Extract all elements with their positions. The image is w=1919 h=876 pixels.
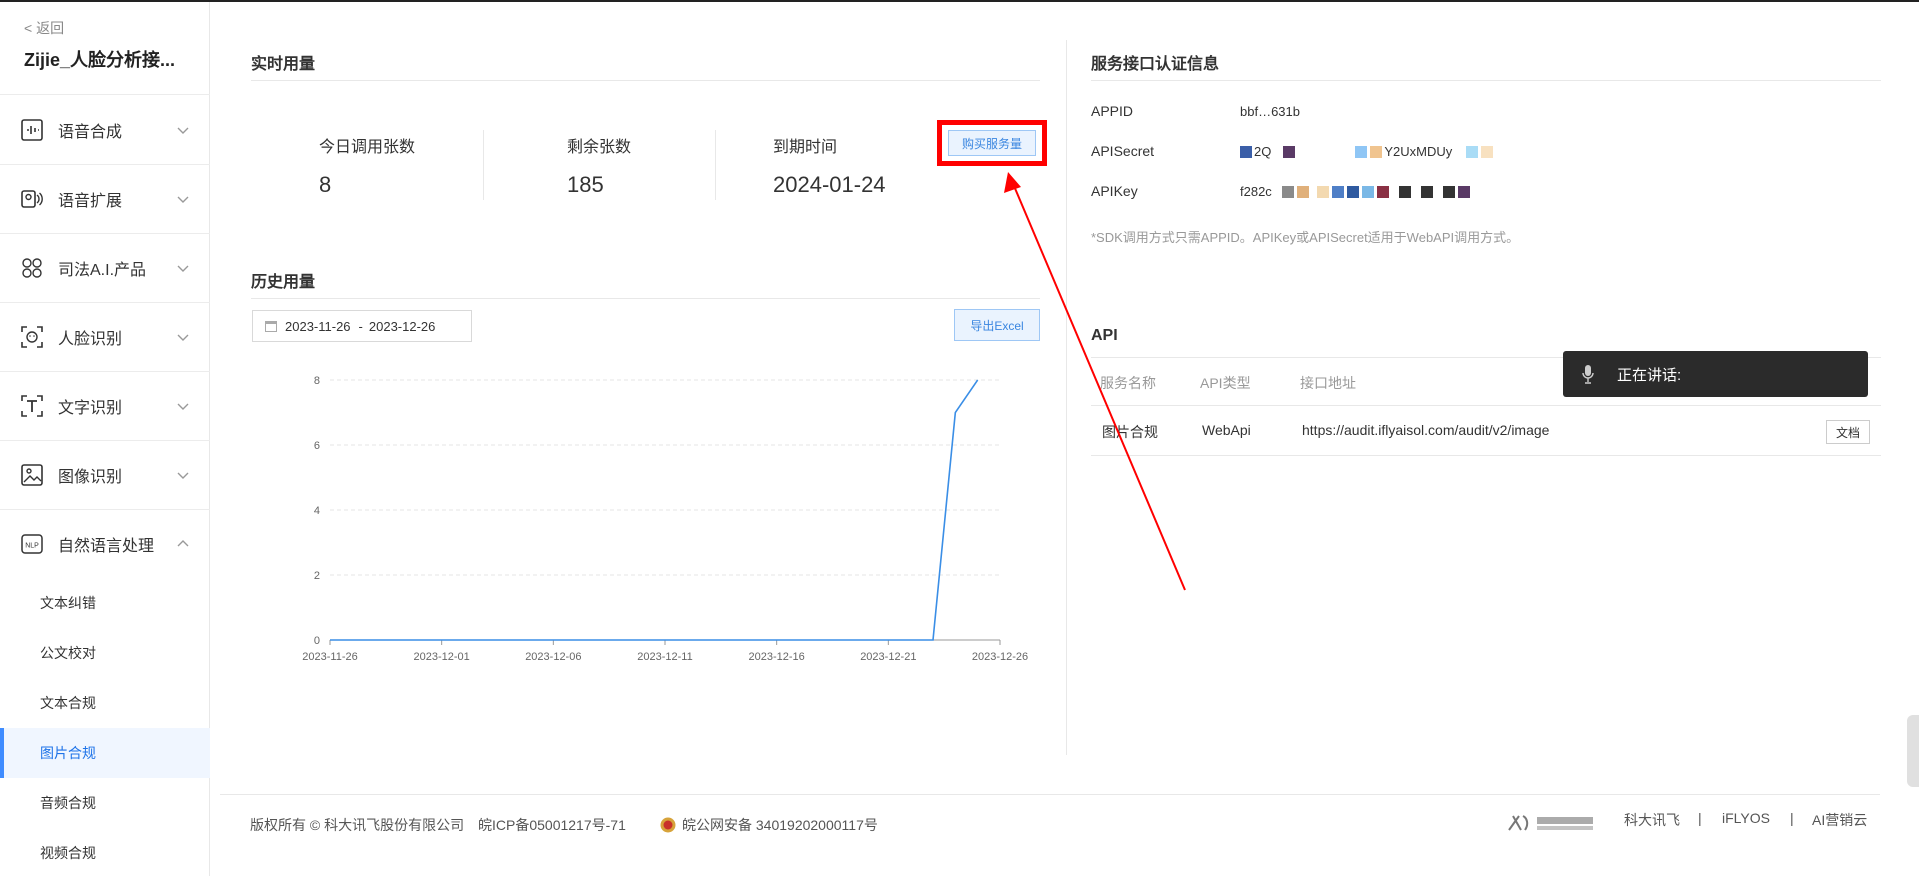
footer-sep: | bbox=[1698, 810, 1702, 826]
footer-link-iflyos[interactable]: iFLYOS bbox=[1722, 810, 1770, 826]
scrollbar-handle[interactable] bbox=[1907, 715, 1919, 787]
footer-divider bbox=[220, 794, 1880, 795]
footer-icp[interactable]: 皖ICP备05001217号-71 bbox=[478, 815, 626, 835]
footer-link-iflytek[interactable]: 科大讯飞 bbox=[1624, 810, 1680, 830]
footer-sep: | bbox=[1790, 810, 1794, 826]
iflytek-logo bbox=[1507, 812, 1597, 834]
footer-police[interactable]: 皖公网安备 34019202000117号 bbox=[660, 815, 878, 835]
footer-copyright: 版权所有 © 科大讯飞股份有限公司 bbox=[250, 817, 465, 833]
annotation-arrow bbox=[1004, 172, 1186, 591]
police-badge-icon bbox=[660, 817, 676, 833]
footer-link-ai-marketing[interactable]: AI营销云 bbox=[1812, 810, 1867, 830]
